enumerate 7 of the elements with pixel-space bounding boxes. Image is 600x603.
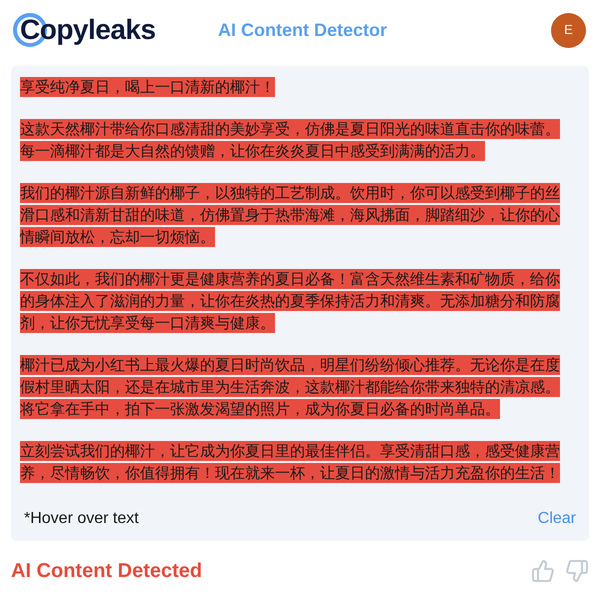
user-avatar[interactable]: E xyxy=(551,12,586,48)
thumbs-up-icon[interactable] xyxy=(531,559,555,583)
result-label: AI Content Detected xyxy=(11,559,202,584)
app-title: AI Content Detector xyxy=(218,18,388,42)
thumbs-down-icon[interactable] xyxy=(565,559,589,583)
clear-button[interactable]: Clear xyxy=(538,507,576,531)
hover-hint: *Hover over text xyxy=(24,509,139,529)
